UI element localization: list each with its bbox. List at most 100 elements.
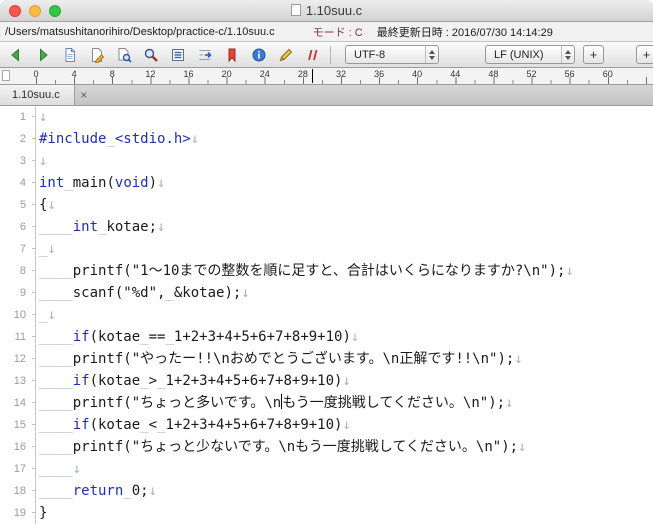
editor[interactable]: 1 ↓ 2 #include_<stdio.h>↓ 3 ↓ 4 int_main(void)↓… — [0, 106, 653, 525]
code-line[interactable]: 2 #include_<stdio.h>↓ — [0, 128, 653, 150]
code-line[interactable]: 19} — [0, 502, 653, 524]
forward-button[interactable] — [31, 44, 54, 65]
code-line[interactable]: 8 ____printf("1〜10までの整数を順に足すと、合計はいくらになります… — [0, 260, 653, 282]
add-split-button[interactable]: + — [636, 45, 653, 64]
caret-column-marker — [312, 69, 313, 83]
bookmark-icon — [224, 47, 240, 63]
back-icon — [8, 47, 24, 63]
line-number: 17 — [0, 458, 36, 480]
line-ending-mark: ↓ — [190, 131, 200, 147]
code-area: 1 ↓ 2 #include_<stdio.h>↓ 3 ↓ 4 int_main(void)↓… — [0, 106, 653, 524]
ruler-number: 56 — [564, 69, 575, 79]
document-list-icon — [170, 47, 186, 63]
comment-button[interactable] — [301, 44, 324, 65]
code-line[interactable]: 1 ↓ — [0, 106, 653, 128]
code-text: ↓ — [36, 106, 47, 128]
ruler-number: 8 — [109, 69, 115, 79]
new-document-icon — [62, 47, 78, 63]
code-segment: _ — [106, 131, 115, 147]
code-line[interactable]: 11 ____if(kotae_==_1+2+3+4+5+6+7+8+9+10)↓ — [0, 326, 653, 348]
line-number: 5 — [0, 194, 36, 216]
window: 1.10suu.c /Users/matsushitanorihiro/Desk… — [0, 0, 653, 525]
code-line[interactable]: 15 ____if(kotae_<_1+2+3+4+5+6+7+8+9+10)↓ — [0, 414, 653, 436]
code-line[interactable]: 7 _↓ — [0, 238, 653, 260]
code-text: ____if(kotae_>_1+2+3+4+5+6+7+8+9+10)↓ — [36, 370, 351, 392]
line-ending-select[interactable]: LF (UNIX) — [485, 45, 575, 64]
code-segment: ____ — [39, 329, 73, 345]
ruler-number: 36 — [374, 69, 385, 79]
code-segment: void — [114, 175, 149, 191]
ruler-number: 12 — [145, 69, 156, 79]
code-line[interactable]: 12 ____printf("やったー!!\nおめでとうございます。\n正解です!… — [0, 348, 653, 370]
code-segment: 1+2+3+4+5+6+7+8+9+10) — [173, 329, 351, 345]
line-number: 16 — [0, 436, 36, 458]
line-ending-mark: ↓ — [47, 241, 56, 257]
line-ending-mark: ↓ — [72, 461, 82, 477]
document-search-button[interactable] — [112, 44, 135, 65]
code-line[interactable]: 3 ↓ — [0, 150, 653, 172]
edit-document-icon — [89, 47, 105, 63]
line-number: 18 — [0, 480, 36, 502]
code-segment: _ — [140, 329, 149, 345]
code-segment: printf("やったー!!\nおめでとうございます。\n正解です!!\n"); — [72, 351, 515, 367]
code-text: ____scanf("%d",_&kotae);↓ — [36, 282, 250, 304]
ruler-number: 40 — [412, 69, 423, 79]
code-segment: #include — [39, 131, 107, 147]
info-button[interactable] — [247, 44, 270, 65]
code-segment: scanf("%d", — [72, 285, 166, 301]
code-segment: main( — [72, 175, 115, 191]
line-ending-mark: ↓ — [350, 329, 360, 345]
encoding-select[interactable]: UTF-8 — [345, 45, 439, 64]
code-line[interactable]: 18 ____return_0;↓ — [0, 480, 653, 502]
code-line[interactable]: 5 {↓ — [0, 194, 653, 216]
code-segment: ____ — [39, 219, 73, 235]
code-segment: > — [148, 373, 158, 389]
code-line[interactable]: 10 _↓ — [0, 304, 653, 326]
search-button[interactable] — [139, 44, 162, 65]
line-number: 15 — [0, 414, 36, 436]
code-segment: ____ — [39, 285, 73, 301]
ruler-number: 24 — [259, 69, 270, 79]
stepper-arrows-icon — [425, 46, 438, 63]
line-ending-mark: ↓ — [47, 197, 56, 213]
code-segment: < — [148, 417, 158, 433]
goto-line-button[interactable] — [193, 44, 216, 65]
document-list-button[interactable] — [166, 44, 189, 65]
edit-document-button[interactable] — [85, 44, 108, 65]
code-text: _↓ — [36, 238, 56, 260]
ruler-number: 4 — [71, 69, 77, 79]
line-ending-mark: ↓ — [342, 373, 351, 389]
code-segment: ____ — [39, 395, 73, 411]
code-segment: ____ — [39, 351, 73, 367]
code-line[interactable]: 9 ____scanf("%d",_&kotae);↓ — [0, 282, 653, 304]
line-number: 2 — [0, 128, 36, 150]
code-line[interactable]: 4 int_main(void)↓ — [0, 172, 653, 194]
line-number: 8 — [0, 260, 36, 282]
code-segment: ____ — [39, 483, 73, 499]
line-number: 7 — [0, 238, 36, 260]
code-segment: ) — [148, 175, 158, 191]
back-button[interactable] — [4, 44, 27, 65]
code-segment: return — [72, 483, 124, 499]
bookmark-button[interactable] — [220, 44, 243, 65]
code-segment: ____ — [39, 373, 73, 389]
code-segment: _ — [140, 417, 149, 433]
tab-document[interactable]: 1.10suu.c — [0, 85, 75, 105]
comment-icon — [305, 47, 321, 63]
line-ending-mark: ↓ — [342, 417, 351, 433]
new-document-button[interactable] — [58, 44, 81, 65]
code-segment: } — [39, 505, 48, 521]
line-number: 12 — [0, 348, 36, 370]
code-text: {↓ — [36, 194, 56, 216]
code-line[interactable]: 13 ____if(kotae_>_1+2+3+4+5+6+7+8+9+10)↓ — [0, 370, 653, 392]
window-title: 1.10suu.c — [305, 2, 363, 18]
code-line[interactable]: 14 ____printf("ちょっと多いです。\nもう一度挑戦してください。\n… — [0, 392, 653, 414]
code-line[interactable]: 16 ____printf("ちょっと少ないです。\nもう一度挑戦してください。\… — [0, 436, 653, 458]
add-button[interactable]: + — [583, 45, 604, 64]
ruler-number: 0 — [33, 69, 39, 79]
code-line[interactable]: 6 ____int_kotae;↓ — [0, 216, 653, 238]
line-ending-mark: ↓ — [518, 439, 527, 455]
code-line[interactable]: 17 ____↓ — [0, 458, 653, 480]
tab-close-button[interactable]: × — [75, 85, 93, 105]
pencil-button[interactable] — [274, 44, 297, 65]
